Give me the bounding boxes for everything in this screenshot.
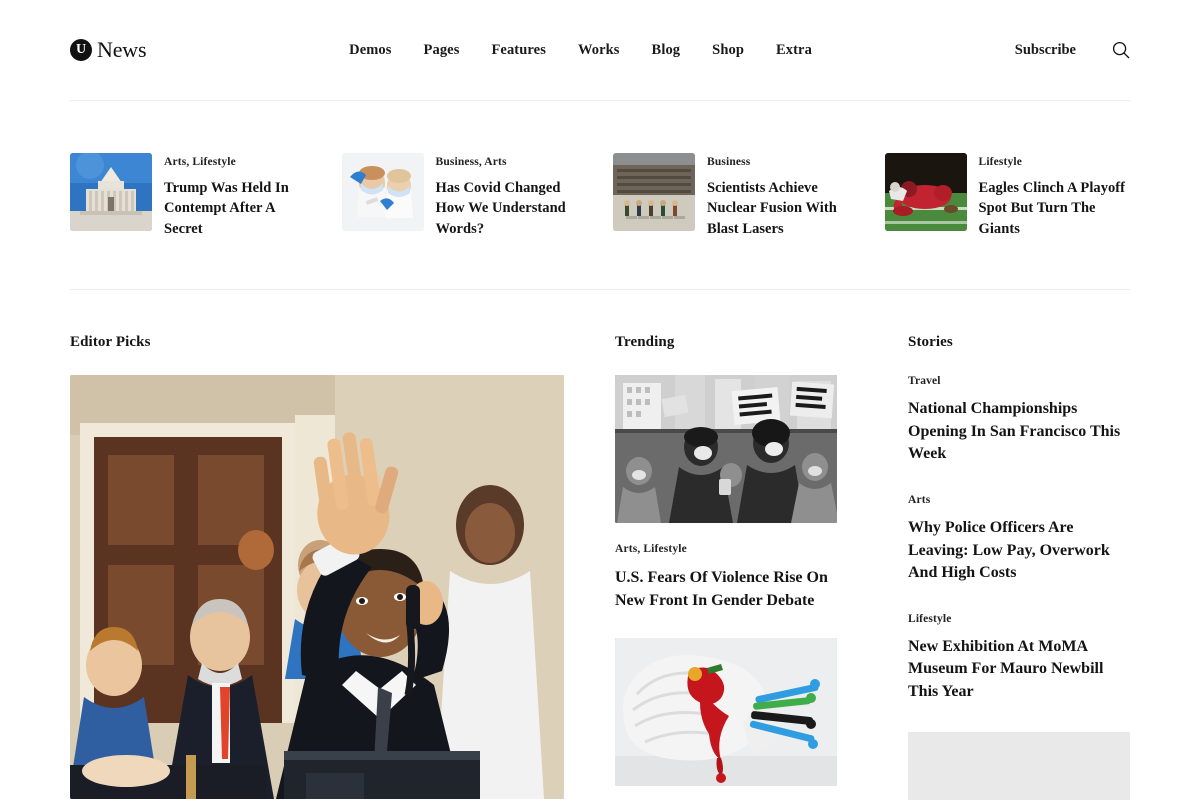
editor-picks-column: Editor Picks [70, 334, 567, 800]
ticker-thumbnail [70, 153, 152, 231]
ticker-item[interactable]: Business, Arts Has Covid Changed How We … [341, 153, 588, 240]
trending-image[interactable] [615, 638, 837, 787]
story-headline[interactable]: Why Police Officers Are Leaving: Low Pay… [908, 517, 1130, 585]
trending-item[interactable]: Business [615, 638, 860, 800]
trending-column: Trending Arts, Lifestyle U.S. Fears Of V… [615, 334, 860, 800]
nav-item-pages[interactable]: Pages [424, 42, 460, 59]
main-navigation: Demos Pages Features Works Blog Shop Ext… [146, 42, 1014, 59]
nav-item-demos[interactable]: Demos [349, 42, 391, 59]
story-category[interactable]: Lifestyle [908, 613, 1130, 626]
ticker-category[interactable]: Arts, Lifestyle [164, 156, 316, 169]
ticker-item[interactable]: Lifestyle Eagles Clinch A Playoff Spot B… [884, 153, 1131, 240]
ticker-thumbnail [341, 153, 424, 231]
nav-item-extra[interactable]: Extra [776, 42, 812, 59]
trending-image[interactable] [615, 375, 837, 524]
trending-category[interactable]: Arts, Lifestyle [615, 543, 860, 556]
ticker-headline[interactable]: Eagles Clinch A Playoff Spot But Turn Th… [979, 178, 1131, 240]
story-headline[interactable]: New Exhibition At MoMA Museum For Mauro … [908, 636, 1130, 704]
advertisement-placeholder[interactable]: Advertise Here [908, 731, 1130, 800]
nav-item-works[interactable]: Works [578, 42, 620, 59]
main-content: Editor Picks Trending Arts, Lifestyle U.… [70, 290, 1130, 800]
story-category[interactable]: Arts [908, 494, 1130, 507]
nav-item-blog[interactable]: Blog [652, 42, 681, 59]
site-title: News [97, 37, 147, 62]
ticker-thumbnail [613, 153, 695, 231]
ticker-headline[interactable]: Scientists Achieve Nuclear Fusion With B… [707, 178, 859, 240]
trending-item[interactable]: Arts, Lifestyle U.S. Fears Of Violence R… [615, 375, 860, 612]
circle-u-logo-icon: U [70, 39, 92, 61]
ticker-headline[interactable]: Trump Was Held In Contempt After A Secre… [164, 178, 316, 240]
headline-ticker: Arts, Lifestyle Trump Was Held In Contem… [70, 101, 1130, 289]
subscribe-link[interactable]: Subscribe [1015, 42, 1076, 59]
site-logo[interactable]: U News [70, 37, 147, 63]
story-item[interactable]: Arts Why Police Officers Are Leaving: Lo… [908, 494, 1130, 585]
ticker-category[interactable]: Business [707, 156, 859, 169]
ticker-item[interactable]: Business Scientists Achieve Nuclear Fusi… [613, 153, 859, 239]
trending-heading: Trending [615, 334, 675, 351]
nav-item-features[interactable]: Features [491, 42, 546, 59]
ticker-category[interactable]: Business, Arts [436, 156, 588, 169]
news-homepage: U News Demos Pages Features Works Blog S… [0, 0, 1200, 800]
editor-picks-featured-image[interactable] [70, 375, 564, 800]
ticker-category[interactable]: Lifestyle [979, 156, 1131, 169]
editor-picks-heading: Editor Picks [70, 334, 151, 351]
story-item[interactable]: Travel National Championships Opening In… [908, 375, 1130, 466]
ticker-item[interactable]: Arts, Lifestyle Trump Was Held In Contem… [70, 153, 316, 239]
ticker-thumbnail [884, 153, 967, 231]
story-category[interactable]: Travel [908, 375, 1130, 388]
stories-heading: Stories [908, 334, 953, 351]
header-actions: Subscribe [1015, 41, 1130, 59]
nav-item-shop[interactable]: Shop [712, 42, 744, 59]
search-icon[interactable] [1112, 41, 1130, 59]
site-header: U News Demos Pages Features Works Blog S… [0, 0, 1200, 100]
ticker-headline[interactable]: Has Covid Changed How We Understand Word… [436, 178, 588, 240]
story-headline[interactable]: National Championships Opening In San Fr… [908, 398, 1130, 466]
stories-column: Stories Travel National Championships Op… [908, 334, 1130, 800]
trending-headline[interactable]: U.S. Fears Of Violence Rise On New Front… [615, 566, 860, 612]
story-item[interactable]: Lifestyle New Exhibition At MoMA Museum … [908, 613, 1130, 704]
